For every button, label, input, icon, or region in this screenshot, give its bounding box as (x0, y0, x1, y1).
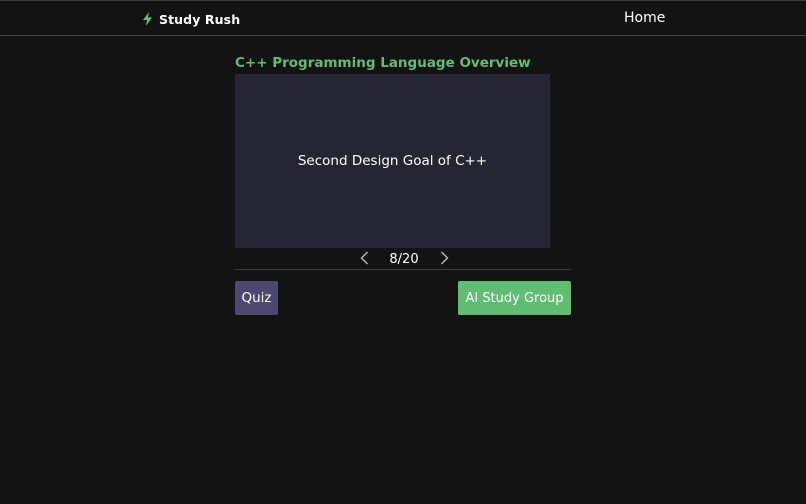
next-card-button[interactable] (437, 250, 451, 268)
brand-name: Study Rush (159, 11, 241, 27)
brand-logo-link[interactable]: Study Rush (143, 10, 240, 28)
card-pager: 8/20 (235, 248, 571, 270)
card-counter: 8/20 (389, 252, 419, 267)
flashcard[interactable]: Second Design Goal of C++ (235, 74, 550, 248)
deck-title: C++ Programming Language Overview (235, 55, 531, 71)
quiz-button[interactable]: Quiz (235, 281, 278, 315)
chevron-right-icon (440, 250, 449, 269)
flashcard-text: Second Design Goal of C++ (297, 153, 488, 169)
chevron-left-icon (360, 250, 369, 269)
bolt-icon (143, 12, 152, 26)
prev-card-button[interactable] (357, 250, 371, 268)
nav-home-link[interactable]: Home (624, 10, 665, 26)
top-navbar: Study Rush Home (0, 0, 806, 36)
ai-study-group-button[interactable]: AI Study Group (458, 281, 571, 315)
